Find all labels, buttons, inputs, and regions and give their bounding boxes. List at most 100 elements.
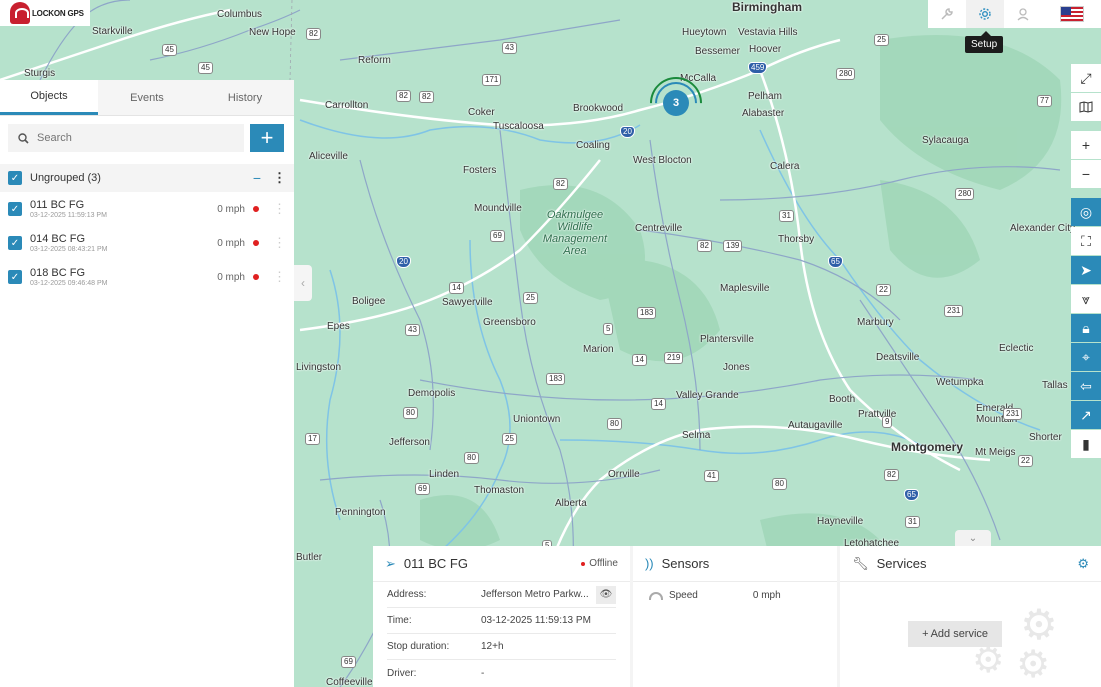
map-label: Sawyerville xyxy=(442,297,493,308)
places-marker-icon[interactable]: ⌖ xyxy=(1071,343,1101,371)
map-label: Brookwood xyxy=(573,103,624,114)
road-shield: 25 xyxy=(523,292,538,304)
object-name: 018 BC FG xyxy=(30,267,86,279)
map-label: Wetumpka xyxy=(936,377,984,388)
group-label: Ungrouped (3) xyxy=(30,172,101,184)
us-flag-language-icon[interactable] xyxy=(1060,6,1084,22)
map-layers-icon[interactable] xyxy=(1071,93,1101,121)
panel-collapse-handle[interactable]: ‹ xyxy=(294,265,312,301)
map-label: Booth xyxy=(829,394,856,405)
app-logo[interactable]: LOCKON GPS xyxy=(0,0,90,26)
map-label: Hoover xyxy=(749,44,782,55)
map-label: Columbus xyxy=(217,9,263,20)
logo-icon xyxy=(10,2,30,24)
object-menu-icon[interactable]: ⋮ xyxy=(273,269,286,285)
object-checkbox[interactable]: ✓ xyxy=(8,270,22,284)
lock-icon[interactable]: 🔒︎ xyxy=(1071,314,1101,342)
details-object-name: 011 BC FG xyxy=(403,556,468,571)
bottom-panel-toggle[interactable]: ⌄ xyxy=(955,530,991,546)
road-shield: 280 xyxy=(955,188,975,200)
tab-objects[interactable]: Objects xyxy=(0,80,98,115)
vehicle-cluster-marker[interactable]: 3 xyxy=(639,66,713,140)
eye-icon[interactable]: 👁︎ xyxy=(595,585,616,604)
map-label: Tallas xyxy=(1042,380,1068,391)
map-label: Carrollton xyxy=(325,100,369,111)
road-shield: 5 xyxy=(603,323,614,335)
sensor-row-speed: Speed 0 mph xyxy=(633,582,837,609)
add-object-button[interactable]: + xyxy=(250,124,284,152)
map-label: Calera xyxy=(770,161,800,172)
road-shield: 80 xyxy=(607,418,622,430)
services-settings-gear-icon[interactable]: ⚙ xyxy=(1077,556,1089,572)
road-shield: 45 xyxy=(198,62,213,74)
road-shield: 20 xyxy=(620,126,635,138)
map-label: Butler xyxy=(296,552,323,563)
group-collapse-button[interactable]: − xyxy=(253,170,261,186)
tab-history[interactable]: History xyxy=(196,80,294,115)
map-label: Hayneville xyxy=(817,516,864,527)
road-shield: 9 xyxy=(882,416,893,428)
map-label: Greensboro xyxy=(483,317,536,328)
road-shield: 459 xyxy=(748,62,768,74)
sensors-title: Sensors xyxy=(661,556,710,571)
map-label: Selma xyxy=(682,430,711,441)
object-info-card: ➢ 011 BC FG Offline Address: Jefferson M… xyxy=(373,546,630,687)
history-arrow-icon[interactable]: ⇦ xyxy=(1071,372,1101,400)
road-shield: 82 xyxy=(697,240,712,252)
map-label: Uniontown xyxy=(513,414,561,425)
search-box xyxy=(8,124,244,152)
wrench-icon[interactable] xyxy=(928,0,966,28)
map-tools: ⤢ + − ◎ ⛶ ➤ ⩔ 🔒︎ ⌖ ⇦ ↗ ▮ xyxy=(1071,64,1101,459)
search-row: + xyxy=(0,116,294,160)
zoom-out-icon[interactable]: − xyxy=(1071,160,1101,188)
road-shield: 139 xyxy=(723,240,743,252)
object-checkbox[interactable]: ✓ xyxy=(8,202,22,216)
add-service-button[interactable]: + Add service xyxy=(908,621,1003,647)
sensor-value: 0 mph xyxy=(752,590,781,601)
tab-events[interactable]: Events xyxy=(98,80,196,115)
object-row[interactable]: ✓ 014 BC FG 03-12-2025 08:43:21 PM 0 mph… xyxy=(0,226,294,260)
road-shield: 80 xyxy=(464,452,479,464)
gear-decoration-icon: ⚙ xyxy=(972,639,1005,680)
road-shield: 77 xyxy=(1037,95,1052,107)
road-shield: 69 xyxy=(415,483,430,495)
map-label: Jones xyxy=(723,362,750,373)
road-shield: 43 xyxy=(502,42,517,54)
group-row[interactable]: ✓ Ungrouped (3) − ⋮ xyxy=(0,164,294,192)
road-shield: 65 xyxy=(904,489,919,501)
group-menu-button[interactable]: ⋮ xyxy=(273,170,286,186)
object-checkbox[interactable]: ✓ xyxy=(8,236,22,250)
map-label: Moundville xyxy=(474,203,522,214)
road-shield: 22 xyxy=(1018,455,1033,467)
object-name: 014 BC FG xyxy=(30,233,86,245)
map-label: Bessemer xyxy=(695,46,741,57)
gear-decoration-icon: ⚙ xyxy=(1016,644,1051,686)
fullscreen-icon[interactable]: ⤢ xyxy=(1071,64,1101,92)
search-input[interactable] xyxy=(37,132,217,144)
zoom-in-icon[interactable]: + xyxy=(1071,131,1101,159)
object-menu-icon[interactable]: ⋮ xyxy=(273,201,286,217)
traffic-light-icon[interactable]: ▮ xyxy=(1071,430,1101,458)
object-menu-icon[interactable]: ⋮ xyxy=(273,235,286,251)
road-shield: 280 xyxy=(836,68,856,80)
map-label: Marbury xyxy=(857,317,894,328)
road-shield: 31 xyxy=(779,210,794,222)
road-shield: 183 xyxy=(637,307,657,319)
group-checkbox[interactable]: ✓ xyxy=(8,171,22,185)
user-icon[interactable] xyxy=(1004,0,1042,28)
road-shield: 82 xyxy=(884,469,899,481)
road-shield: 41 xyxy=(704,470,719,482)
fit-objects-icon[interactable]: ⛶ xyxy=(1071,227,1101,255)
object-row[interactable]: ✓ 011 BC FG 03-12-2025 11:59:13 PM 0 mph… xyxy=(0,192,294,226)
direction-arrow-icon[interactable]: ↗ xyxy=(1071,401,1101,429)
routes-icon[interactable]: ⩔ xyxy=(1071,285,1101,313)
clusters-toggle-icon[interactable]: ◎ xyxy=(1071,198,1101,226)
object-time: 03-12-2025 08:43:21 PM xyxy=(30,246,108,253)
follow-object-icon[interactable]: ➤ xyxy=(1071,256,1101,284)
map-label: Hueytown xyxy=(682,27,727,38)
detail-row-driver: Driver: - xyxy=(387,660,616,686)
detail-row-stop-duration: Stop duration: 12+h xyxy=(387,634,616,660)
object-row[interactable]: ✓ 018 BC FG 03-12-2025 09:46:48 PM 0 mph… xyxy=(0,260,294,294)
setup-gear-icon[interactable] xyxy=(966,0,1004,28)
map-label: Vestavia Hills xyxy=(738,27,798,38)
